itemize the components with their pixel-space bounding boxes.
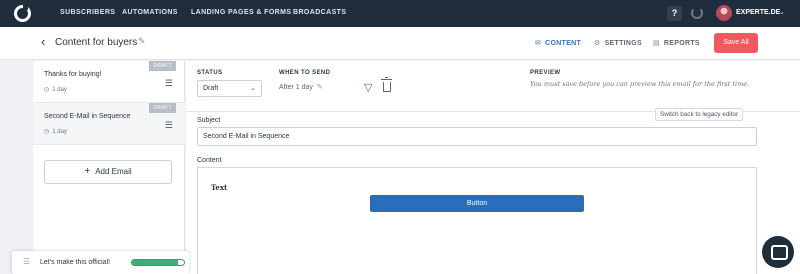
onboarding-progress-bar [131, 259, 185, 266]
bar-chart-icon: ▤ [653, 40, 660, 47]
nav-automations[interactable]: AUTOMATIONS [122, 9, 178, 16]
edit-title-pencil-icon[interactable]: ✎ [138, 36, 146, 47]
status-value: Draft [203, 85, 219, 92]
convertkit-logo-icon[interactable] [14, 4, 31, 22]
progress-fill [132, 260, 178, 265]
email-name: Second E-Mail in Sequence [44, 113, 131, 120]
pencil-icon: ✎ [316, 84, 323, 91]
chat-support-icon[interactable] [762, 236, 794, 268]
top-nav: SUBSCRIBERS AUTOMATIONS LANDING PAGES & … [0, 0, 800, 27]
email-delay: ◷ 1 day [44, 128, 67, 135]
drag-handle-icon[interactable]: ☰ [165, 120, 173, 131]
tab-content[interactable]: ✉ CONTENT [535, 39, 581, 47]
editor-text-block[interactable]: Text [211, 183, 227, 192]
loading-spinner-icon [691, 7, 703, 19]
account-name[interactable]: EXPERTE.DE [736, 9, 780, 16]
filter-icon[interactable]: ▽ [364, 81, 372, 94]
clock-icon: ◷ [44, 87, 50, 93]
onboarding-toast[interactable]: ☰ Let's make this official! [12, 251, 189, 274]
sequence-header: ‹ Content for buyers ✎ ✉ CONTENT ⚙ SETTING… [0, 27, 800, 60]
envelope-icon: ✉ [535, 40, 542, 47]
back-chevron-icon[interactable]: ‹ [41, 34, 45, 49]
email-delay-value: 1 day [52, 129, 67, 135]
nav-landing-pages-forms[interactable]: LANDING PAGES & FORMS [191, 9, 291, 16]
email-list-sidebar: DRAFT Thanks for buying! ◷ 1 day ☰ DRAFT … [33, 61, 185, 274]
content-label: Content [197, 157, 222, 164]
email-editor: STATUS Draft ⌄ WHEN TO SEND After 1 day … [186, 61, 800, 274]
status-select[interactable]: Draft ⌄ [197, 80, 262, 97]
avatar[interactable] [716, 5, 732, 21]
content-editor-canvas[interactable]: Text Button [197, 167, 757, 274]
status-label: STATUS [197, 70, 223, 76]
when-to-send-label: WHEN TO SEND [279, 70, 331, 76]
nav-broadcasts[interactable]: BROADCASTS [293, 9, 346, 16]
tab-content-label: CONTENT [545, 40, 582, 47]
when-to-send-value[interactable]: After 1 day ✎ [279, 83, 323, 91]
help-button[interactable]: ? [667, 6, 682, 21]
add-email-label: Add Email [95, 167, 132, 176]
toast-message: Let's make this official! [40, 259, 111, 266]
when-to-send-text: After 1 day [279, 84, 313, 91]
chevron-down-icon[interactable]: ⌄ [779, 8, 785, 16]
page-title: Content for buyers [55, 37, 138, 48]
drag-handle-icon[interactable]: ☰ [165, 78, 173, 89]
nav-subscribers[interactable]: SUBSCRIBERS [60, 9, 115, 16]
email-name: Thanks for buying! [44, 71, 102, 78]
switch-legacy-editor-button[interactable]: Switch back to legacy editor [655, 108, 744, 121]
plus-icon: + [84, 166, 91, 177]
checklist-icon: ☰ [23, 257, 31, 266]
tab-settings-label: SETTINGS [604, 40, 642, 47]
subject-label: Subject [197, 117, 221, 124]
preview-message: You must save before you can preview thi… [530, 80, 750, 88]
chevron-down-icon: ⌄ [250, 85, 256, 92]
email-delay: ◷ 1 day [44, 86, 67, 93]
tab-settings[interactable]: ⚙ SETTINGS [594, 39, 642, 47]
email-list-item[interactable]: DRAFT Thanks for buying! ◷ 1 day ☰ [33, 61, 185, 103]
editor-button-block[interactable]: Button [370, 195, 584, 212]
add-email-button[interactable]: + Add Email [44, 160, 172, 184]
gear-icon: ⚙ [594, 40, 601, 47]
tab-reports-label: REPORTS [663, 40, 700, 47]
email-list-item-selected[interactable]: DRAFT Second E-Mail in Sequence ◷ 1 day ☰ [33, 103, 185, 145]
subject-input[interactable]: Second E-Mail in Sequence [197, 127, 757, 146]
save-all-button[interactable]: Save All [714, 33, 758, 53]
email-delay-value: 1 day [52, 87, 67, 93]
draft-badge: DRAFT [149, 103, 176, 113]
tab-reports[interactable]: ▤ REPORTS [653, 39, 700, 47]
preview-label: PREVIEW [530, 70, 561, 76]
clock-icon: ◷ [44, 129, 50, 135]
draft-badge: DRAFT [149, 61, 176, 71]
trash-icon[interactable] [381, 77, 392, 92]
